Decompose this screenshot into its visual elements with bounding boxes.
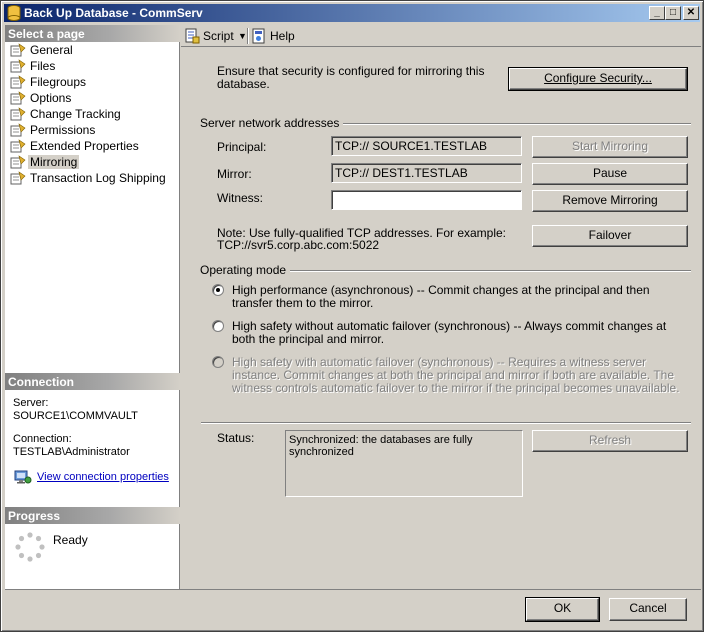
view-connection-properties-link[interactable]: View connection properties: [37, 471, 169, 483]
mode-high-safety-text: High safety without automatic failover (…: [232, 319, 667, 346]
mode-high-safety-failover-radio[interactable]: [212, 356, 224, 368]
title-bar: Back Up Database - CommServ _ □ ✕: [4, 4, 700, 22]
server-value: SOURCE1\COMMVAULT: [13, 410, 138, 422]
connection-label: Connection:: [13, 433, 72, 445]
failover-button[interactable]: Failover: [532, 225, 688, 247]
page-icon: [10, 59, 26, 73]
principal-label: Principal:: [217, 140, 267, 154]
status-label: Status:: [217, 431, 255, 445]
connection-value: TESTLAB\Administrator: [13, 446, 130, 458]
start-mirroring-button[interactable]: Start Mirroring: [532, 136, 688, 158]
security-note: Ensure that security is configured for m…: [217, 64, 485, 91]
sidebar-item-label: Transaction Log Shipping: [30, 171, 166, 185]
page-icon: [10, 75, 26, 89]
witness-label: Witness:: [217, 191, 264, 205]
network-group-label: Server network addresses: [200, 116, 344, 130]
sidebar-item-change-tracking[interactable]: Change Tracking: [5, 106, 180, 122]
ok-button[interactable]: OK: [525, 597, 600, 622]
status-divider: [201, 422, 691, 424]
sidebar-item-extended-properties[interactable]: Extended Properties: [5, 138, 180, 154]
cancel-button[interactable]: Cancel: [609, 598, 687, 621]
page-icon: [10, 155, 26, 169]
chevron-down-icon[interactable]: ▼: [238, 28, 247, 44]
witness-address-field[interactable]: [331, 190, 522, 210]
close-button[interactable]: ✕: [683, 6, 699, 20]
progress-spinner-icon: [15, 532, 45, 562]
configure-security-button[interactable]: Configure Security...: [508, 67, 688, 91]
mode-high-performance-text: High performance (asynchronous) -- Commi…: [232, 283, 650, 310]
sidebar-item-label: Extended Properties: [30, 139, 139, 153]
mirror-label: Mirror:: [217, 167, 252, 181]
sidebar-item-files[interactable]: Files: [5, 58, 180, 74]
window-title: Back Up Database - CommServ: [24, 6, 203, 20]
script-label: Script: [203, 29, 234, 43]
page-icon: [10, 107, 26, 121]
connection-properties-icon: [14, 470, 32, 484]
sidebar-item-options[interactable]: Options: [5, 90, 180, 106]
status-box: Synchronized: the databases are fully sy…: [285, 430, 523, 497]
left-pane: Select a page General Files Filegroups Opti…: [5, 25, 180, 589]
configure-security-label: Configure Security...: [544, 71, 652, 85]
toolbar-separator: [247, 28, 249, 44]
page-icon: [10, 43, 26, 57]
dialog-footer: OK Cancel: [5, 589, 701, 629]
sidebar-item-label: Mirroring: [28, 155, 80, 169]
mode-high-safety-failover-text: High safety with automatic failover (syn…: [232, 355, 680, 395]
database-icon: [7, 5, 21, 21]
address-note-line2: TCP://svr5.corp.abc.com:5022: [217, 238, 380, 252]
progress-header: Progress: [5, 507, 180, 524]
server-label: Server:: [13, 397, 49, 409]
mirroring-page: Ensure that security is configured for m…: [181, 48, 701, 589]
help-icon: [252, 28, 265, 44]
sidebar-item-label: Filegroups: [30, 75, 87, 89]
page-icon: [10, 139, 26, 153]
refresh-button[interactable]: Refresh: [532, 430, 688, 452]
remove-mirroring-button[interactable]: Remove Mirroring: [532, 190, 688, 212]
page-icon: [10, 91, 26, 105]
mode-high-safety-radio[interactable]: [212, 320, 224, 332]
sidebar-item-label: Change Tracking: [30, 107, 121, 121]
sidebar-item-filegroups[interactable]: Filegroups: [5, 74, 180, 90]
mirror-address-field[interactable]: TCP:// DEST1.TESTLAB: [331, 163, 522, 183]
sidebar-item-general[interactable]: General: [5, 42, 180, 58]
principal-address-field[interactable]: TCP:// SOURCE1.TESTLAB: [331, 136, 522, 156]
sidebar-item-label: Permissions: [30, 123, 96, 137]
sidebar-item-label: General: [30, 43, 73, 57]
mode-high-performance-radio[interactable]: [212, 284, 224, 296]
select-page-header: Select a page: [5, 25, 180, 42]
pause-button[interactable]: Pause: [532, 163, 688, 185]
page-list: General Files Filegroups Options Change Trac…: [5, 42, 180, 186]
connection-header: Connection: [5, 373, 180, 390]
page-icon: [10, 123, 26, 137]
sidebar-item-transaction-log-shipping[interactable]: Transaction Log Shipping: [5, 170, 180, 186]
script-icon: [185, 28, 200, 44]
sidebar-item-permissions[interactable]: Permissions: [5, 122, 180, 138]
sidebar-item-label: Options: [30, 91, 72, 105]
dialog-window: Back Up Database - CommServ _ □ ✕ Select…: [0, 0, 704, 632]
help-label: Help: [270, 29, 295, 43]
minimize-button[interactable]: _: [649, 6, 665, 20]
toolbar: Script ▼ Help: [181, 25, 701, 47]
progress-status: Ready: [53, 533, 88, 547]
page-icon: [10, 171, 26, 185]
sidebar-item-mirroring[interactable]: Mirroring: [5, 154, 180, 170]
operating-mode-label: Operating mode: [200, 263, 291, 277]
maximize-button[interactable]: □: [665, 6, 681, 20]
sidebar-item-label: Files: [30, 59, 56, 73]
